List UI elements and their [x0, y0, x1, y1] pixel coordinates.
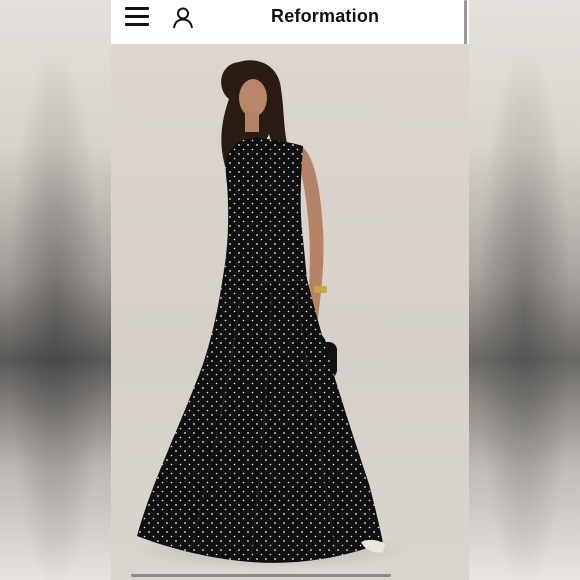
model-illustration — [131, 60, 411, 569]
hero-product-image[interactable] — [111, 44, 469, 580]
brand-logo[interactable]: Reformation — [271, 6, 379, 27]
hamburger-menu-icon[interactable] — [125, 6, 149, 28]
home-indicator — [131, 574, 391, 577]
top-navigation-bar: Reformation — [111, 0, 469, 78]
left-blurred-backdrop — [0, 0, 111, 580]
user-account-icon[interactable] — [171, 6, 195, 30]
right-blurred-backdrop — [469, 0, 580, 580]
phone-screen: Reformation — [111, 0, 469, 580]
